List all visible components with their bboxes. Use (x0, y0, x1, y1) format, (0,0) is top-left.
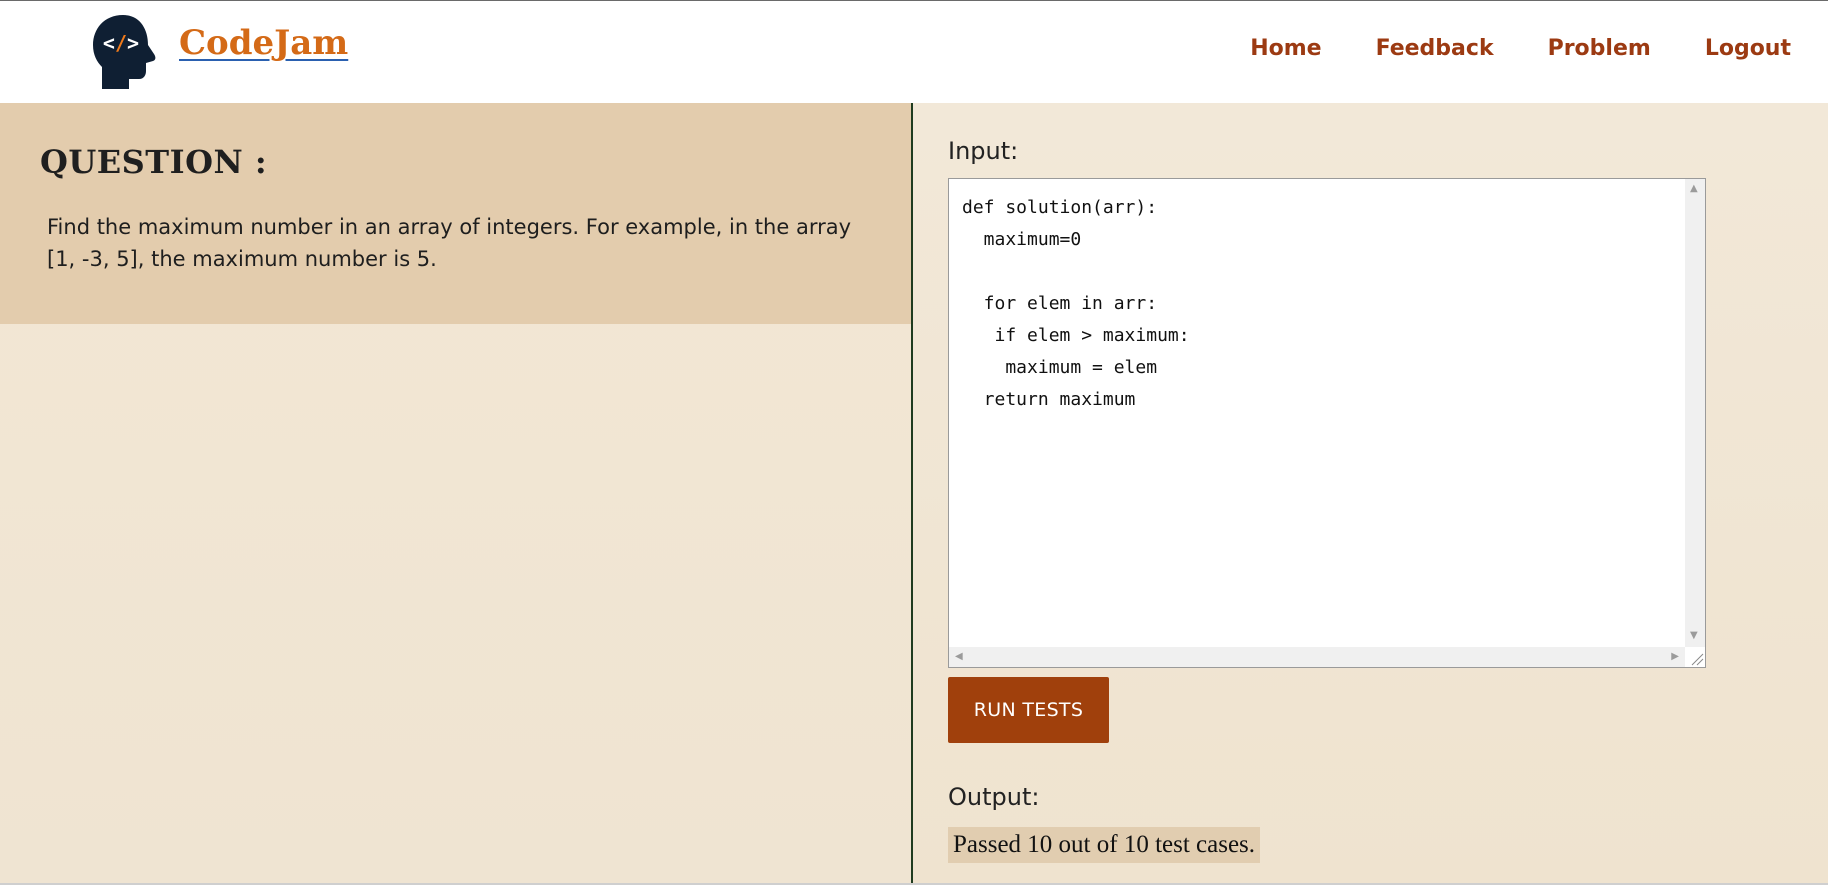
nav-feedback[interactable]: Feedback (1376, 36, 1494, 61)
solution-panel: Input: def solution(arr): maximum=0 for … (913, 103, 1828, 885)
brand-logo-link[interactable]: CodeJam (179, 23, 348, 63)
nav-logout[interactable]: Logout (1705, 36, 1791, 61)
vertical-scrollbar[interactable]: ▲ ▼ (1685, 179, 1705, 647)
run-tests-button[interactable]: RUN TESTS (948, 677, 1109, 743)
input-label: Input: (948, 137, 1019, 165)
horizontal-scrollbar[interactable]: ◀ ▶ (949, 647, 1685, 667)
code-head-icon[interactable]: </> (89, 13, 159, 91)
question-box: QUESTION : Find the maximum number in an… (0, 103, 912, 324)
question-title: QUESTION : (40, 143, 268, 181)
scroll-right-arrow-icon[interactable]: ▶ (1671, 652, 1679, 662)
svg-text:</>: </> (103, 31, 139, 55)
resize-grip-icon[interactable] (1688, 650, 1704, 666)
code-text[interactable]: def solution(arr): maximum=0 for elem in… (962, 192, 1190, 416)
nav-problem[interactable]: Problem (1548, 36, 1651, 61)
question-panel: QUESTION : Find the maximum number in an… (0, 103, 912, 885)
main-nav: Home Feedback Problem Logout (1250, 36, 1791, 61)
nav-home[interactable]: Home (1250, 36, 1321, 61)
output-result: Passed 10 out of 10 test cases. (948, 827, 1261, 863)
code-editor-textarea[interactable]: def solution(arr): maximum=0 for elem in… (948, 178, 1706, 668)
top-navbar: </> CodeJam Home Feedback Problem Logout (0, 0, 1828, 103)
scroll-up-arrow-icon[interactable]: ▲ (1690, 184, 1698, 194)
output-label: Output: (948, 783, 1040, 811)
scroll-left-arrow-icon[interactable]: ◀ (955, 652, 963, 662)
scroll-down-arrow-icon[interactable]: ▼ (1690, 631, 1698, 641)
question-text: Find the maximum number in an array of i… (47, 215, 852, 271)
